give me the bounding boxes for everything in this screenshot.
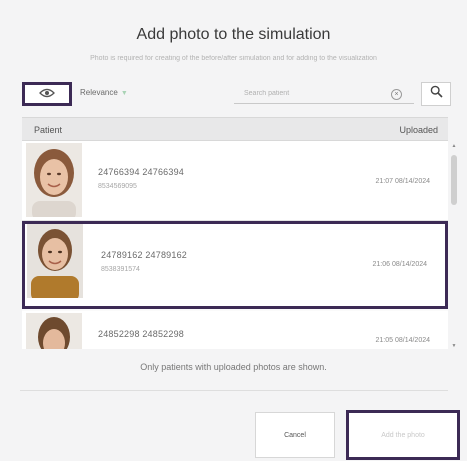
search-icon	[430, 85, 443, 103]
sort-dropdown-label: Relevance	[80, 88, 118, 97]
scroll-down-icon[interactable]: ▼	[451, 343, 457, 349]
search-button[interactable]	[421, 82, 451, 106]
upload-date: 21:06 08/14/2024	[372, 261, 428, 268]
table-header: Patient Uploaded	[22, 117, 448, 141]
footer-divider	[20, 390, 448, 391]
patient-id: 8534569095	[98, 183, 137, 190]
search-input[interactable]	[234, 84, 414, 104]
patient-list: 24766394 24766394 8534569095 21:07 08/14…	[22, 141, 448, 349]
add-photo-button[interactable]: Add the photo	[346, 410, 460, 460]
clear-icon[interactable]: ×	[391, 89, 402, 100]
column-header-uploaded[interactable]: Uploaded	[399, 125, 438, 135]
dialog-subtitle: Photo is required for creating of the be…	[90, 55, 377, 62]
table-row-selected[interactable]: 24789162 24789162 8538391574 21:06 08/14…	[22, 221, 448, 309]
patient-id: 8538391574	[101, 266, 140, 273]
patient-name: 24852298 24852298	[98, 329, 184, 339]
list-scrollbar[interactable]: ▲ ▼	[451, 143, 457, 349]
toolbar: Relevance▼ ×	[22, 82, 467, 108]
upload-date: 21:05 08/14/2024	[375, 337, 431, 344]
table-row[interactable]: 24852298 24852298 21:05 08/14/2024	[22, 311, 448, 349]
scroll-thumb[interactable]	[451, 155, 457, 205]
patient-photo	[27, 224, 83, 298]
cancel-button[interactable]: Cancel	[255, 412, 335, 458]
patient-photo	[26, 313, 82, 349]
sort-dropdown[interactable]: Relevance ▼	[80, 88, 128, 97]
dialog-title: Add photo to the simulation	[136, 26, 331, 43]
add-photo-dialog: Add photo to the simulation Photo is req…	[0, 0, 467, 461]
patient-name: 24766394 24766394	[98, 167, 184, 177]
info-note: Only patients with uploaded photos are s…	[140, 362, 327, 372]
chevron-down-icon: ▼	[120, 90, 128, 97]
patient-name: 24789162 24789162	[101, 250, 187, 260]
sort-toggle-button[interactable]	[22, 82, 72, 106]
eye-icon	[39, 85, 55, 103]
patient-photo	[26, 143, 82, 217]
table-row[interactable]: 24766394 24766394 8534569095 21:07 08/14…	[22, 141, 448, 221]
column-header-patient[interactable]: Patient	[34, 125, 62, 135]
upload-date: 21:07 08/14/2024	[375, 178, 431, 185]
scroll-up-icon[interactable]: ▲	[451, 143, 457, 149]
